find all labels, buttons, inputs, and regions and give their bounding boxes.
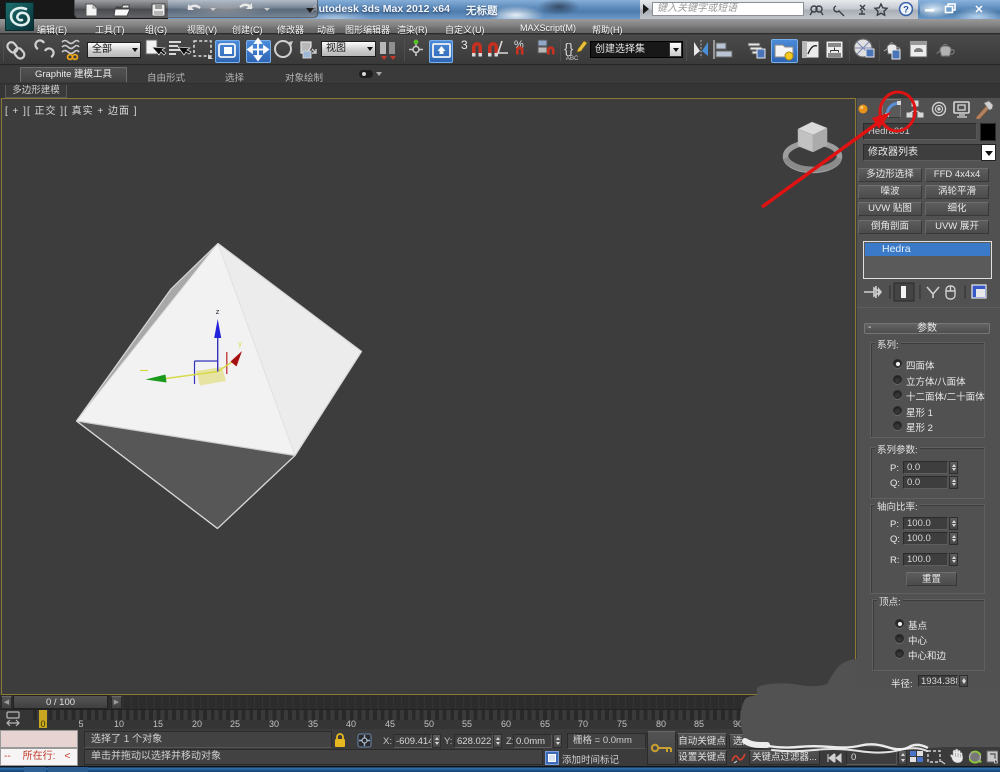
svg-text:z: z [216, 309, 220, 317]
svg-text:45: 45 [385, 719, 395, 729]
svg-text:90: 90 [733, 719, 743, 729]
svg-text:20: 20 [192, 719, 202, 729]
svg-text:25: 25 [230, 719, 240, 729]
svg-text:85: 85 [694, 719, 704, 729]
svg-text:35: 35 [308, 719, 318, 729]
svg-text:0: 0 [40, 719, 45, 729]
svg-text:80: 80 [656, 719, 666, 729]
svg-text:65: 65 [540, 719, 550, 729]
svg-text:y: y [238, 341, 242, 349]
svg-text:ABC: ABC [566, 56, 579, 62]
svg-text:60: 60 [501, 719, 511, 729]
svg-text:30: 30 [269, 719, 279, 729]
svg-text:10: 10 [114, 719, 124, 729]
svg-text:3: 3 [461, 38, 468, 52]
svg-text:50: 50 [424, 719, 434, 729]
svg-text:{}: {} [564, 40, 574, 56]
svg-text:?: ? [903, 5, 909, 16]
svg-text:40: 40 [346, 719, 356, 729]
svg-text:15: 15 [153, 719, 163, 729]
svg-text:55: 55 [462, 719, 472, 729]
svg-text:5: 5 [78, 719, 83, 729]
svg-text:75: 75 [617, 719, 627, 729]
svg-text:70: 70 [578, 719, 588, 729]
